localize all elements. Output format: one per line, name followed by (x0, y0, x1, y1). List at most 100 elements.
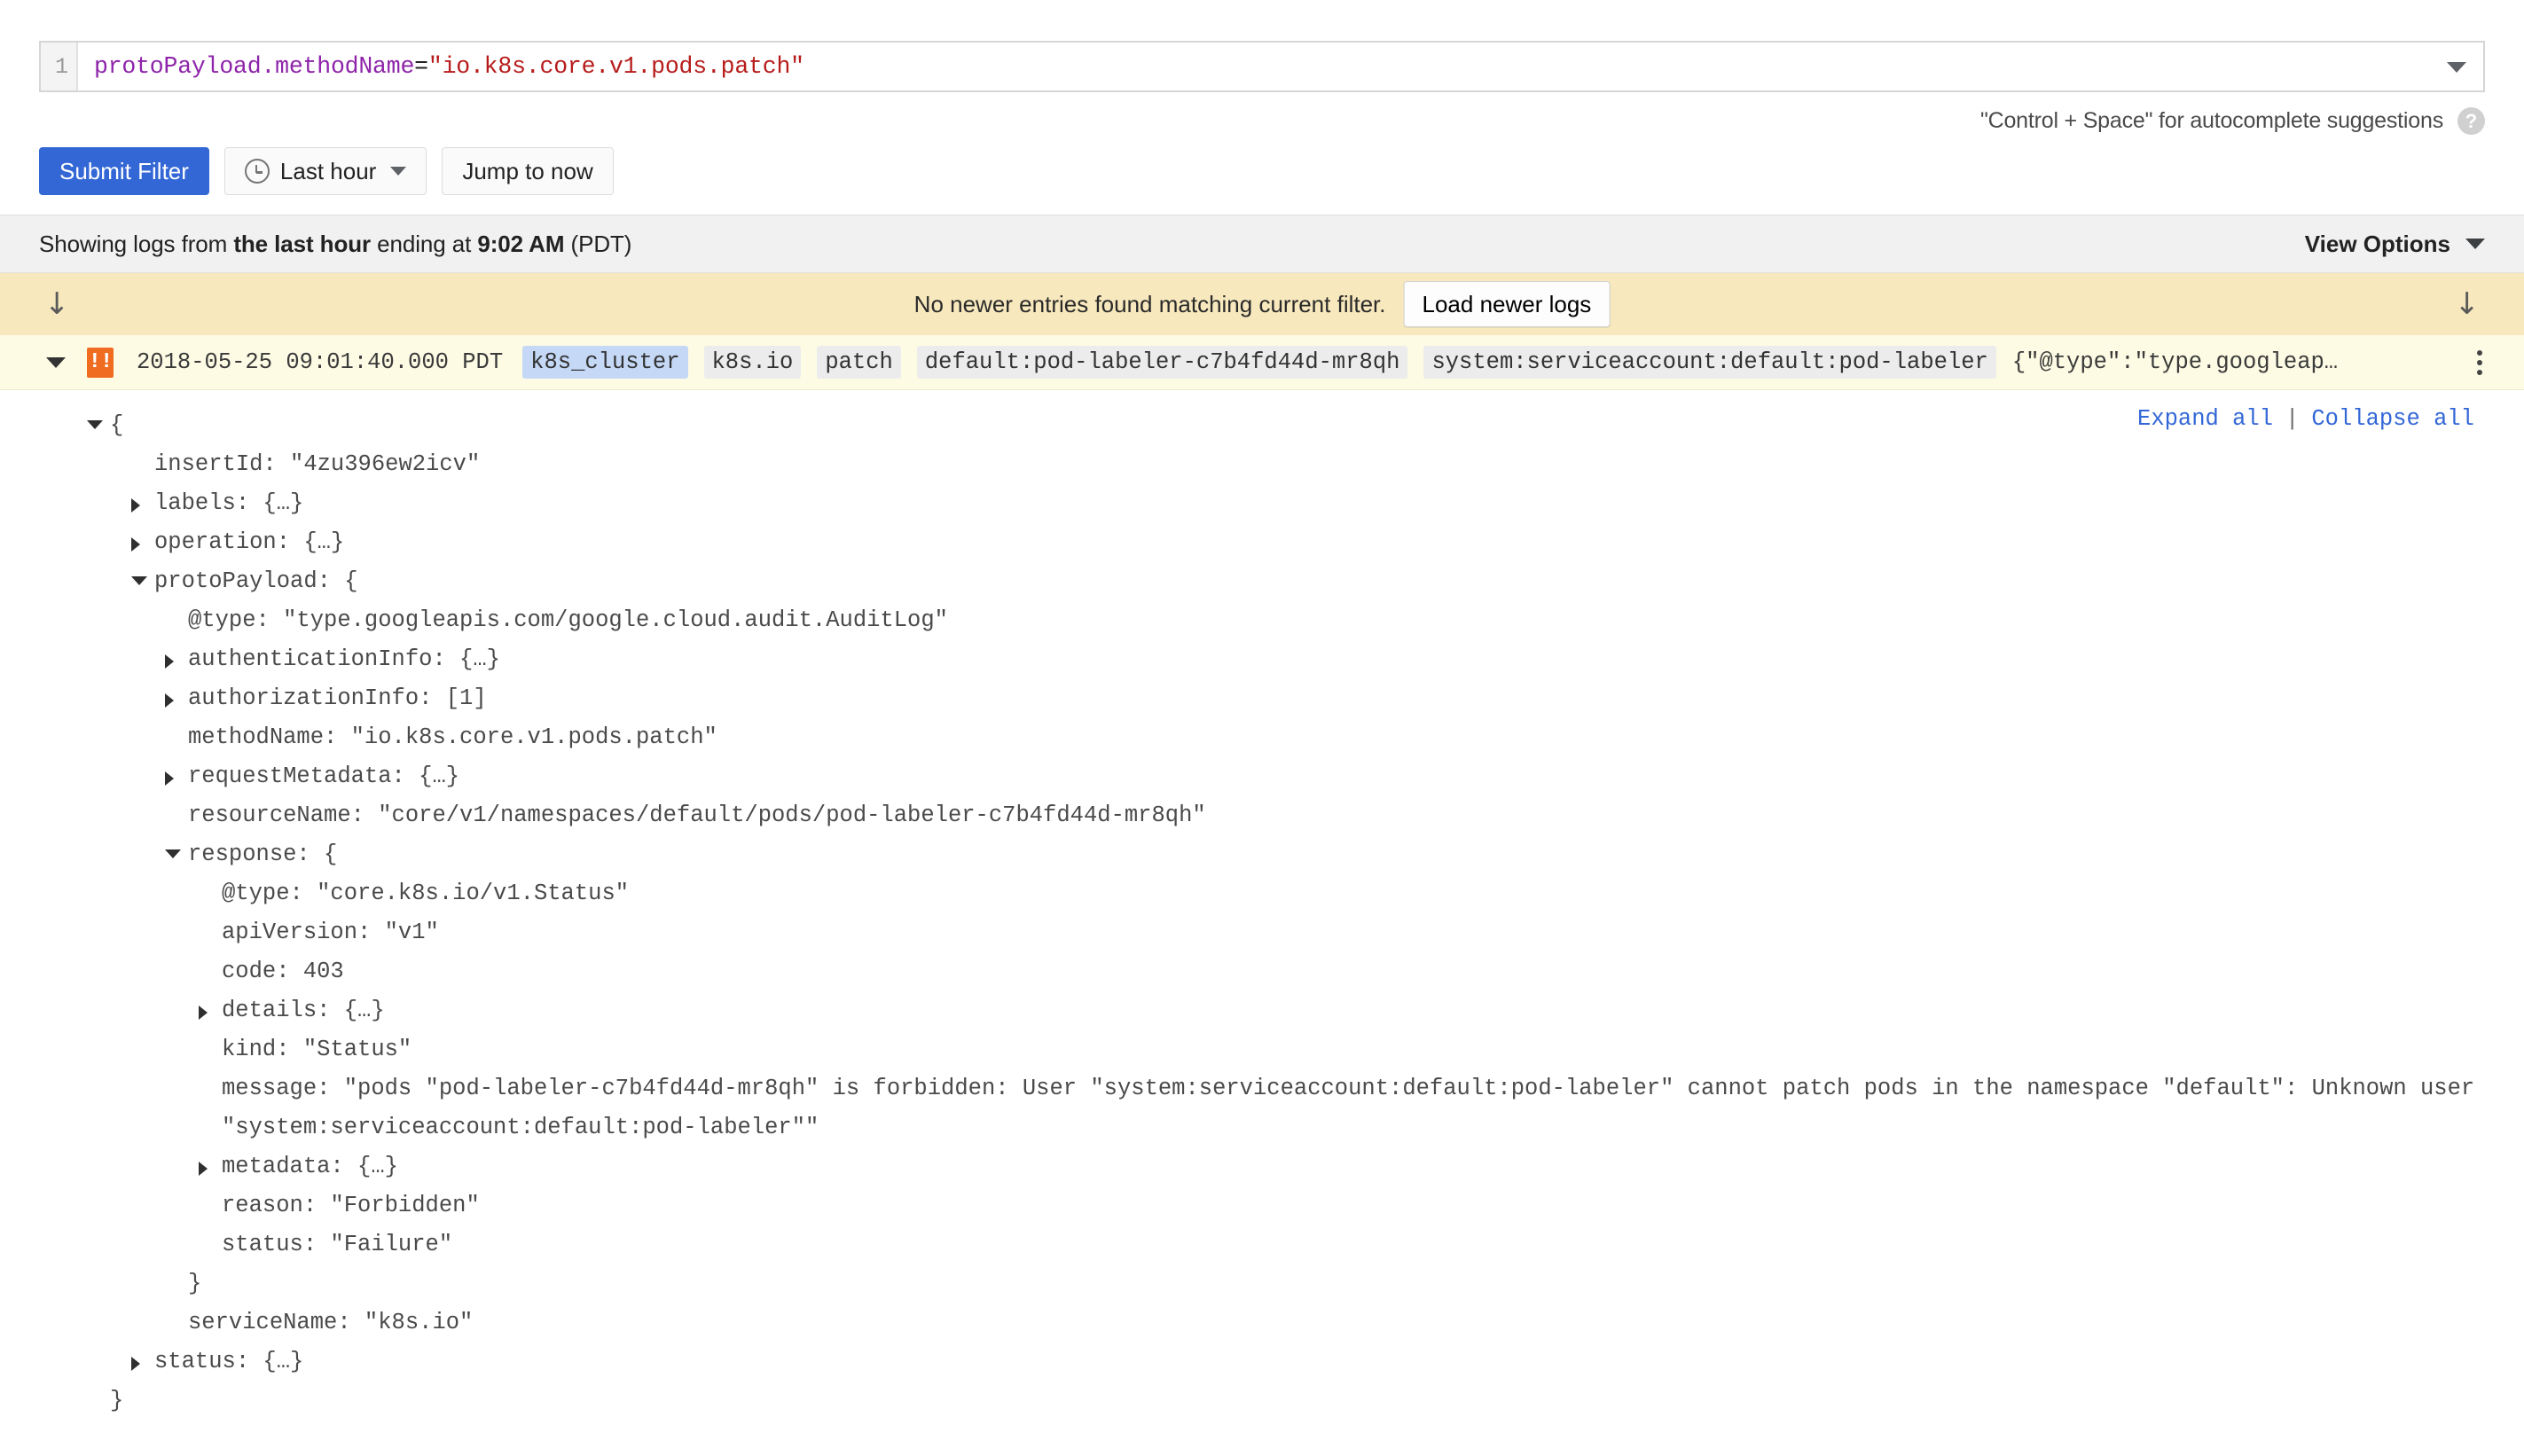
entry-chip-resource[interactable]: default:pod-labeler-c7b4fd44d-mr8qh (916, 346, 1408, 379)
showing-range: the last hour (233, 230, 372, 257)
query-value-token: "io.k8s.core.v1.pods.patch" (427, 53, 804, 80)
json-tree-line-text: operation: {…} (154, 529, 345, 555)
query-operator-token: = (414, 53, 428, 80)
json-tree-line-text: reason: "Forbidden" (222, 1193, 480, 1218)
json-tree-line: apiVersion: "v1" (0, 913, 2524, 952)
json-tree-line[interactable]: operation: {…} (0, 523, 2524, 562)
help-icon[interactable]: ? (2457, 107, 2485, 135)
query-field-token: protoPayload.methodName (94, 53, 415, 80)
json-tree-line-text: insertId: "4zu396ew2icv" (154, 451, 481, 477)
no-newer-entries-banner: ↓ No newer entries found matching curren… (0, 273, 2524, 335)
tree-collapsed-icon[interactable] (131, 537, 140, 552)
banner-center-group: No newer entries found matching current … (914, 281, 1611, 327)
json-tree-line[interactable]: metadata: {…} (0, 1147, 2524, 1186)
json-tree-line-text: authorizationInfo: [1] (188, 685, 487, 711)
logs-viewer-page: 1 protoPayload.methodName = "io.k8s.core.v… (0, 0, 2524, 1456)
submit-filter-button[interactable]: Submit Filter (39, 147, 209, 195)
json-tree-line[interactable]: details: {…} (0, 991, 2524, 1030)
json-tree-line-text: resourceName: "core/v1/namespaces/defaul… (188, 802, 1206, 828)
tree-collapsed-icon[interactable] (199, 1006, 208, 1020)
showing-prefix: Showing logs from (39, 230, 234, 257)
json-tree-line: kind: "Status" (0, 1030, 2524, 1069)
tree-collapsed-icon[interactable] (131, 1357, 140, 1371)
view-options-button[interactable]: View Options (2305, 231, 2485, 258)
tree-expanded-icon[interactable] (87, 420, 103, 429)
chevron-down-icon (390, 167, 407, 176)
tree-collapsed-icon[interactable] (165, 693, 174, 708)
entry-chip-principal[interactable]: system:serviceaccount:default:pod-labele… (1423, 346, 1996, 379)
json-tree-line-text: code: 403 (222, 959, 344, 984)
json-tree-line-text: } (188, 1271, 202, 1296)
chevron-down-icon (2465, 239, 2485, 249)
entry-chip-resource-type[interactable]: k8s_cluster (522, 346, 688, 379)
json-tree-line-text: @type: "type.googleapis.com/google.cloud… (188, 607, 948, 633)
json-tree-line[interactable]: requestMetadata: {…} (0, 757, 2524, 796)
showing-logs-bar: Showing logs from the last hour ending a… (0, 215, 2524, 273)
json-tree-line: } (0, 1264, 2524, 1303)
json-tree-line: insertId: "4zu396ew2icv" (0, 445, 2524, 484)
autocomplete-hint-row: "Control + Space" for autocomplete sugge… (39, 92, 2485, 135)
scroll-down-arrow-left-icon[interactable]: ↓ (44, 289, 70, 319)
entry-chip-method[interactable]: patch (817, 346, 901, 379)
json-tree-line[interactable]: authorizationInfo: [1] (0, 679, 2524, 718)
json-tree-line[interactable]: { (0, 406, 2524, 445)
json-tree-line: code: 403 (0, 952, 2524, 991)
vertical-scrollbar[interactable] (2513, 0, 2524, 1456)
json-tree-line-text: status: "Failure" (222, 1232, 453, 1257)
json-tree-line: methodName: "io.k8s.core.v1.pods.patch" (0, 718, 2524, 757)
severity-warning-icon: !! (87, 347, 114, 378)
showing-logs-text: Showing logs from the last hour ending a… (39, 231, 631, 258)
load-newer-logs-button[interactable]: Load newer logs (1403, 281, 1611, 327)
showing-suffix: (PDT) (564, 230, 632, 257)
json-tree-line[interactable]: labels: {…} (0, 484, 2524, 523)
json-tree-line: status: "Failure" (0, 1225, 2524, 1264)
json-tree-line[interactable]: response: { (0, 835, 2524, 874)
json-tree-line: } (0, 1382, 2524, 1421)
tree-expanded-icon[interactable] (165, 849, 181, 858)
json-tree-line-text: status: {…} (154, 1349, 304, 1374)
json-tree-line-text: { (110, 412, 124, 438)
log-entry-header[interactable]: !! 2018-05-25 09:01:40.000 PDT k8s_clust… (0, 335, 2524, 390)
json-tree-line: @type: "core.k8s.io/v1.Status" (0, 874, 2524, 913)
json-tree-line-text: labels: {…} (154, 490, 304, 516)
clock-icon (244, 159, 270, 184)
json-tree-line: message: "pods "pod-labeler-c7b4fd44d-mr… (0, 1069, 2524, 1147)
time-range-label: Last hour (279, 157, 377, 184)
filter-query-box[interactable]: 1 protoPayload.methodName = "io.k8s.core.v… (39, 41, 2485, 92)
json-tree-line: @type: "type.googleapis.com/google.cloud… (0, 601, 2524, 640)
time-range-button[interactable]: Last hour (223, 147, 427, 195)
json-tree-line: serviceName: "k8s.io" (0, 1303, 2524, 1342)
json-tree-line-text: message: "pods "pod-labeler-c7b4fd44d-mr… (222, 1076, 2475, 1140)
showing-time: 9:02 AM (477, 230, 565, 257)
json-tree-line-text: authenticationInfo: {…} (188, 646, 500, 672)
entry-more-options-icon[interactable] (2462, 349, 2497, 375)
showing-middle: ending at (371, 230, 478, 257)
entry-chip-service[interactable]: k8s.io (703, 346, 802, 379)
tree-collapsed-icon[interactable] (165, 654, 174, 669)
entry-timestamp: 2018-05-25 09:01:40.000 PDT (137, 349, 504, 375)
log-entry-json-tree: Expand all | Collapse all {insertId: "4z… (0, 390, 2524, 1456)
tree-collapsed-icon[interactable] (131, 498, 140, 513)
json-tree-line[interactable]: authenticationInfo: {…} (0, 640, 2524, 679)
json-tree-line[interactable]: status: {…} (0, 1342, 2524, 1382)
json-tree-line-text: @type: "core.k8s.io/v1.Status" (222, 881, 630, 906)
tree-expanded-icon[interactable] (131, 576, 147, 585)
entry-collapse-icon[interactable] (46, 356, 66, 368)
filter-editor-row: 1 protoPayload.methodName = "io.k8s.core.v… (39, 0, 2485, 92)
jump-to-now-button[interactable]: Jump to now (442, 147, 614, 195)
filter-query-input[interactable]: protoPayload.methodName = "io.k8s.core.v1.… (78, 43, 2430, 90)
line-number: 1 (54, 53, 68, 80)
json-tree-line-text: apiVersion: "v1" (222, 920, 439, 945)
tree-collapsed-icon[interactable] (199, 1162, 208, 1176)
entry-payload-summary: {"@type":"type.googleap… (2011, 349, 2339, 375)
scroll-down-arrow-right-icon[interactable]: ↓ (2455, 289, 2481, 319)
filter-toolbar: Submit Filter Last hour Jump to now (39, 135, 2485, 197)
json-tree-line-text: } (110, 1388, 124, 1413)
filter-dropdown-button[interactable] (2430, 43, 2483, 90)
json-tree-line-text: methodName: "io.k8s.core.v1.pods.patch" (188, 724, 717, 750)
view-options-label: View Options (2304, 230, 2450, 257)
json-tree-line: reason: "Forbidden" (0, 1186, 2524, 1225)
tree-collapsed-icon[interactable] (165, 771, 174, 786)
json-tree-line: resourceName: "core/v1/namespaces/defaul… (0, 796, 2524, 835)
json-tree-line[interactable]: protoPayload: { (0, 562, 2524, 601)
